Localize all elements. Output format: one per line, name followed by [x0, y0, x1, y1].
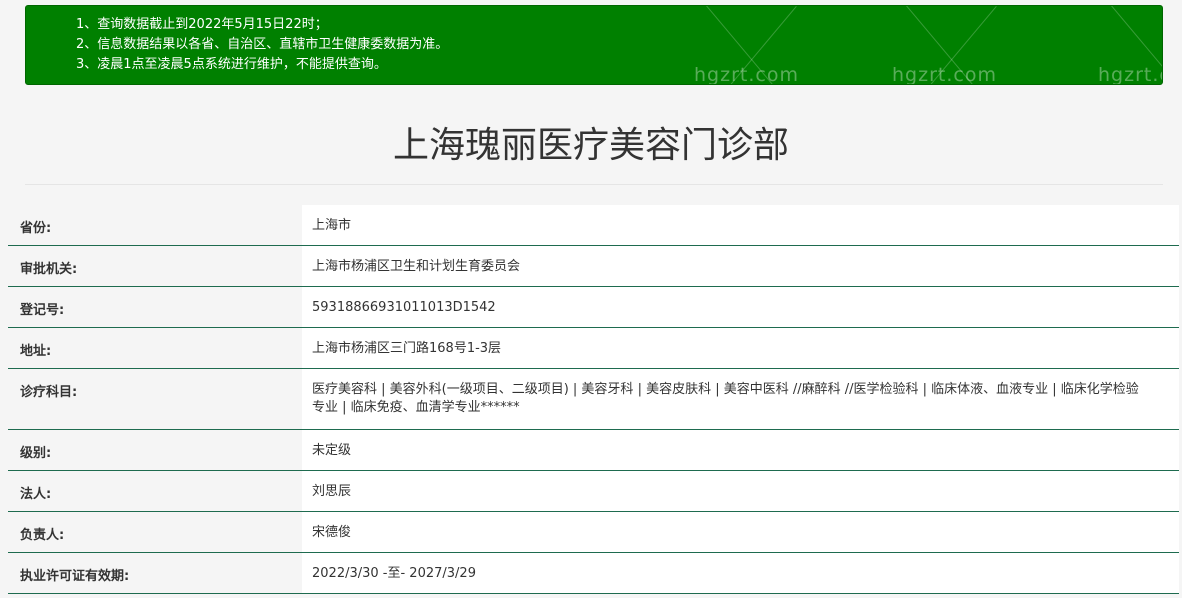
table-row: 省份: 上海市: [8, 205, 1179, 246]
row-label: 负责人:: [8, 512, 302, 552]
row-label: 法人:: [8, 471, 302, 511]
notice-line-3: 3、凌晨1点至凌晨5点系统进行维护，不能提供查询。: [76, 57, 387, 72]
page-title: 上海瑰丽医疗美容门诊部: [392, 125, 789, 166]
table-row: 地址: 上海市杨浦区三门路168号1-3层: [8, 328, 1179, 369]
row-value: 上海市杨浦区三门路168号1-3层: [302, 328, 1179, 368]
notice-line-2: 2、信息数据结果以各省、自治区、直辖市卫生健康委数据为准。: [76, 37, 449, 52]
table-row: 诊疗科目: 医疗美容科 | 美容外科(一级项目、二级项目) | 美容牙科 | 美…: [8, 369, 1179, 430]
row-value: 59318866931011013D1542: [302, 287, 1179, 327]
row-label: 地址:: [8, 328, 302, 368]
title-divider: [25, 184, 1163, 185]
row-label: 登记号:: [8, 287, 302, 327]
table-row: 法人: 刘思辰: [8, 471, 1179, 512]
watermark-text: hgzrt.com: [694, 64, 799, 85]
notice-banner: 1、查询数据截止到2022年5月15日22时； 2、信息数据结果以各省、自治区、…: [25, 5, 1163, 85]
row-label: 诊疗科目:: [8, 369, 302, 429]
row-value: 医疗美容科 | 美容外科(一级项目、二级项目) | 美容牙科 | 美容皮肤科 |…: [302, 369, 1179, 429]
row-label: 执业许可证有效期:: [8, 553, 302, 593]
table-row: 负责人: 宋德俊: [8, 512, 1179, 553]
notice-line-1: 1、查询数据截止到2022年5月15日22时；: [76, 17, 328, 32]
row-value: 上海市杨浦区卫生和计划生育委员会: [302, 246, 1179, 286]
watermark-text: hgzrt.com: [1098, 64, 1162, 85]
watermark-text: hgzrt.com: [892, 64, 997, 85]
row-value: 未定级: [302, 430, 1179, 470]
table-row: 登记号: 59318866931011013D1542: [8, 287, 1179, 328]
row-value: 宋德俊: [302, 512, 1179, 552]
notice-list: 1、查询数据截止到2022年5月15日22时； 2、信息数据结果以各省、自治区、…: [76, 15, 448, 75]
row-value: 2022/3/30 -至- 2027/3/29: [302, 553, 1179, 593]
table-row: 执业许可证有效期: 2022/3/30 -至- 2027/3/29: [8, 553, 1179, 594]
row-label: 省份:: [8, 205, 302, 245]
table-row: 级别: 未定级: [8, 430, 1179, 471]
info-table: 省份: 上海市 审批机关: 上海市杨浦区卫生和计划生育委员会 登记号: 5931…: [8, 205, 1179, 594]
table-row: 审批机关: 上海市杨浦区卫生和计划生育委员会: [8, 246, 1179, 287]
row-value: 上海市: [302, 205, 1179, 245]
row-label: 级别:: [8, 430, 302, 470]
row-label: 审批机关:: [8, 246, 302, 286]
row-value: 刘思辰: [302, 471, 1179, 511]
